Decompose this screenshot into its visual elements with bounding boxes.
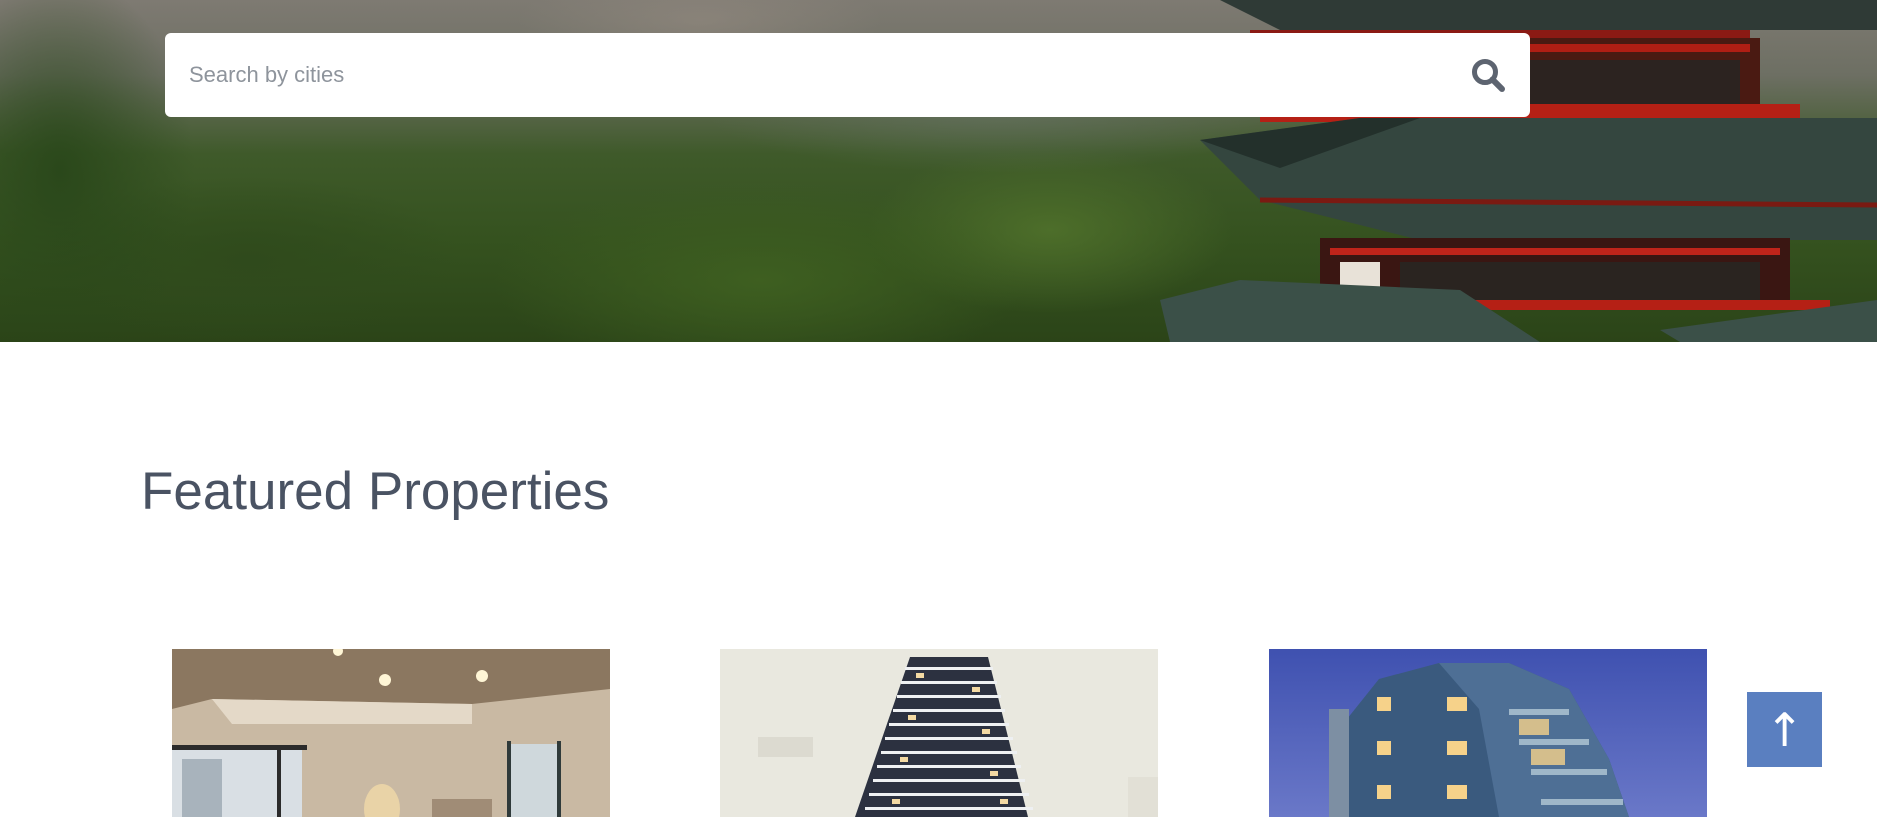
scroll-to-top-button[interactable]: ↑ (1747, 692, 1822, 767)
search-bar (165, 33, 1530, 117)
section-title: Featured Properties (141, 462, 610, 521)
search-icon (1472, 59, 1505, 92)
property-card[interactable] (172, 649, 610, 817)
property-card[interactable] (720, 649, 1158, 817)
property-card[interactable] (1269, 649, 1707, 817)
arrow-up-icon: ↑ (1765, 702, 1804, 757)
property-image (1269, 649, 1707, 817)
search-button[interactable] (1464, 51, 1512, 99)
property-image (720, 649, 1158, 817)
search-input[interactable] (165, 33, 1445, 117)
property-image (172, 649, 610, 817)
hero-banner (0, 0, 1877, 342)
